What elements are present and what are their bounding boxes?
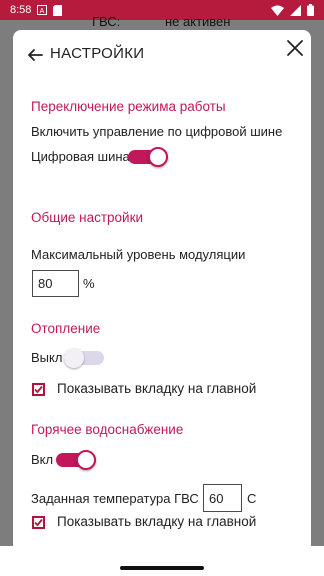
hot-water-show-tab-checkbox[interactable]	[32, 516, 45, 529]
dialog-title: НАСТРОЙКИ	[50, 45, 145, 62]
hot-water-show-tab-label: Показывать вкладку на главной	[57, 514, 257, 529]
checkmark-icon	[34, 518, 43, 527]
general-section-title: Общие настройки	[31, 210, 144, 225]
hot-water-temp-unit: С	[247, 491, 257, 506]
digital-bus-toggle[interactable]	[128, 147, 168, 167]
heating-toggle[interactable]	[64, 348, 104, 368]
toggle-thumb	[76, 450, 96, 470]
background-value: не активен	[165, 14, 231, 29]
mode-section-title: Переключение режима работы	[31, 99, 226, 114]
modulation-input[interactable]: 80	[32, 270, 79, 297]
heating-show-tab-checkbox[interactable]	[32, 383, 45, 396]
toggle-thumb	[148, 147, 168, 167]
heating-section-title: Отопление	[31, 321, 101, 336]
modulation-label: Максимальный уровень модуляции	[31, 247, 246, 262]
back-arrow-icon[interactable]	[27, 47, 43, 63]
digital-bus-description: Включить управление по цифровой шине	[31, 124, 283, 139]
modulation-unit: %	[83, 276, 95, 291]
navigation-bar	[0, 546, 324, 576]
checkmark-icon	[34, 385, 43, 394]
settings-dialog: НАСТРОЙКИ Переключение режима работы Вкл…	[13, 30, 311, 546]
digital-bus-toggle-label: Цифровая шина	[31, 149, 130, 164]
hot-water-toggle[interactable]	[56, 450, 96, 470]
close-icon[interactable]	[286, 39, 304, 57]
hot-water-temp-label: Заданная температура ГВС	[31, 491, 199, 506]
home-gesture-handle[interactable]	[120, 566, 204, 570]
heating-toggle-label: Выкл	[31, 350, 63, 365]
hot-water-temp-input[interactable]: 60	[203, 484, 242, 512]
toggle-thumb	[64, 348, 84, 368]
heating-show-tab-label: Показывать вкладку на главной	[57, 381, 257, 396]
background-label: ГВС:	[92, 14, 121, 29]
dialog-header: НАСТРОЙКИ	[13, 30, 311, 80]
hot-water-section-title: Горячее водоснабжение	[31, 422, 184, 437]
hot-water-toggle-label: Вкл	[31, 452, 54, 467]
